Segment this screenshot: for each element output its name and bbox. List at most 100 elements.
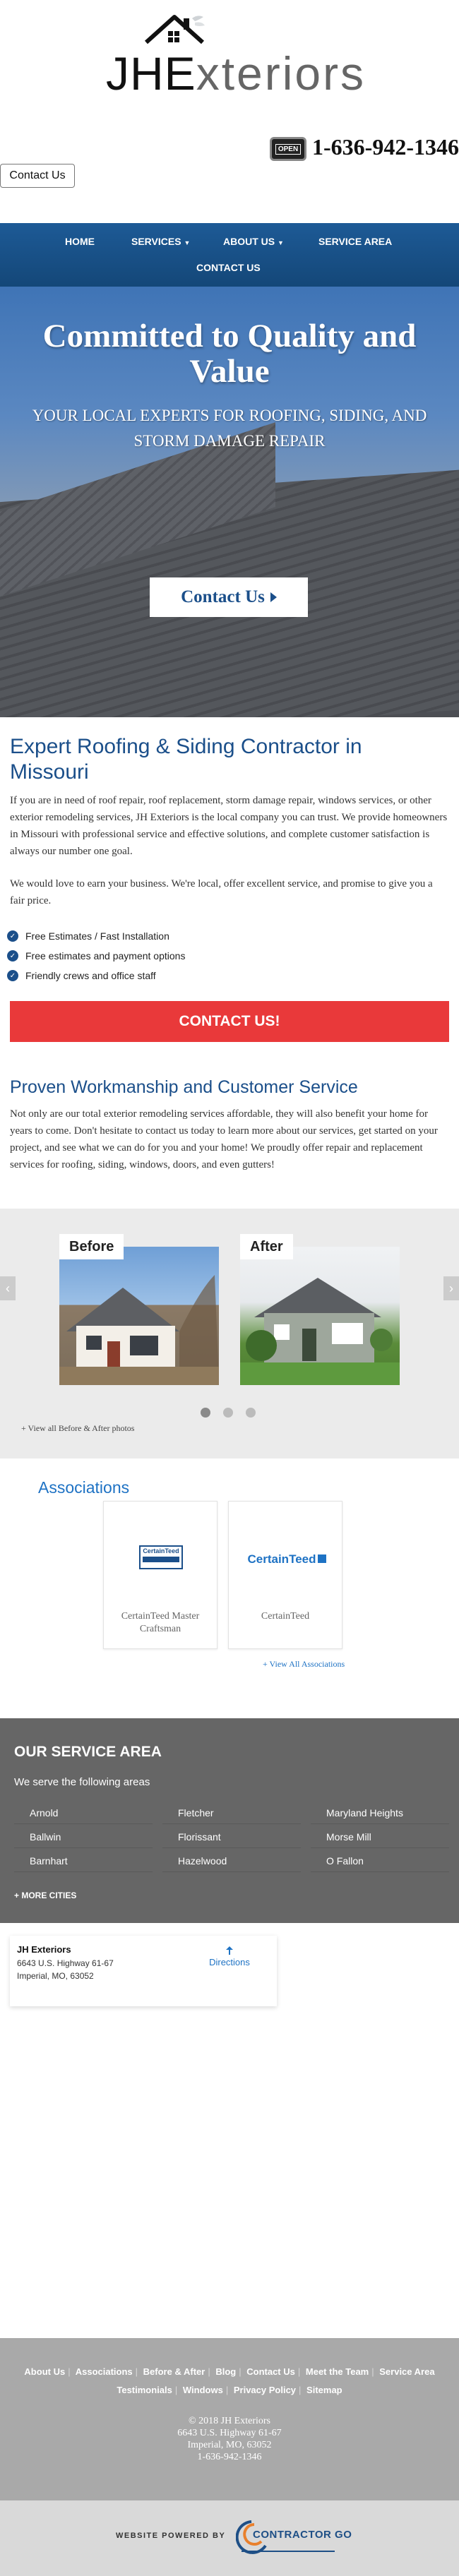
intro-heading: Expert Roofing & Siding Contractor in Mi… — [10, 735, 362, 784]
nav-item-label: SERVICE AREA — [318, 236, 393, 247]
caret-down-icon: ▼ — [184, 239, 191, 246]
intro-paragraph-2: We would love to earn your business. We'… — [10, 878, 433, 906]
footer-copyright: © 2018 JH Exteriors — [188, 2416, 270, 2426]
city-link[interactable]: Maryland Heights — [311, 1802, 449, 1824]
nav-item-label: SERVICES — [131, 236, 181, 247]
logo-text-bold: JHE — [106, 47, 196, 100]
site-footer: About Us | Associations | Before & After | … — [0, 2338, 459, 2500]
gallery-next-arrow[interactable]: › — [443, 1276, 459, 1300]
gallery-dot[interactable] — [223, 1408, 233, 1418]
location-address-line-1: 6643 U.S. Highway 61-67 — [17, 1958, 114, 1968]
checklist-item: ✓ Free estimates and payment options — [7, 949, 185, 963]
gallery-prev-arrow[interactable]: ‹ — [0, 1276, 16, 1300]
nav-item-about-us[interactable]: ABOUT US ▼ — [223, 236, 284, 247]
header-phone-link[interactable]: 1-636-942-1346 — [312, 134, 459, 160]
service-area-section: OUR SERVICE AREA We serve the following … — [0, 1718, 459, 1923]
footer-link-meet-the-team[interactable]: Meet the Team — [306, 2366, 369, 2377]
checklist-text: Free estimates and payment options — [25, 950, 186, 961]
location-address-line-2: Imperial, MO, 63052 — [17, 1971, 94, 1981]
association-name: CertainTeed Master Craftsman — [121, 1611, 200, 1634]
main-nav: HOME SERVICES ▼ ABOUT US ▼ SERVICE AREA … — [0, 223, 459, 287]
after-label: After — [240, 1234, 293, 1259]
city-link[interactable]: Arnold — [14, 1802, 153, 1824]
footer-link-privacy-policy[interactable]: Privacy Policy — [234, 2385, 296, 2395]
footer-link-sitemap[interactable]: Sitemap — [306, 2385, 342, 2395]
house-before-image — [59, 1275, 219, 1385]
before-photo-card[interactable]: Before — [59, 1234, 219, 1399]
footer-address-line-1: 6643 U.S. Highway 61-67 — [177, 2428, 282, 2438]
checklist-item: ✓ Friendly crews and office staff — [7, 969, 156, 983]
check-circle-icon: ✓ — [7, 950, 18, 961]
checklist-text: Friendly crews and office staff — [25, 970, 156, 981]
associations-heading: Associations — [38, 1478, 130, 1497]
header-contact-button[interactable]: Contact Us — [0, 164, 75, 188]
checklist-text: Free Estimates / Fast Installation — [25, 930, 169, 942]
service-area-subtitle: We serve the following areas — [14, 1776, 150, 1788]
hero-subtitle: YOUR LOCAL EXPERTS FOR ROOFING, SIDING, … — [32, 407, 427, 450]
directions-link[interactable]: Directions — [198, 1946, 261, 1967]
contractor-go-text: CONTRACTOR GO — [253, 2529, 352, 2541]
contractor-go-logo[interactable]: CONTRACTOR GO — [236, 2517, 352, 2556]
footer-link-before-after[interactable]: Before & After — [143, 2366, 205, 2377]
certainteed-master-craftsman-logo: CertainTeed — [139, 1545, 183, 1569]
proven-paragraph: Not only are our total exterior remodeli… — [10, 1108, 438, 1170]
nav-item-label: CONTACT US — [196, 262, 261, 273]
before-label: Before — [59, 1234, 124, 1259]
caret-down-icon: ▼ — [278, 239, 284, 246]
view-all-before-after-link[interactable]: + View all Before & After photos — [21, 1423, 134, 1434]
city-link[interactable]: Florissant — [162, 1826, 301, 1848]
open-sign-label: OPEN — [275, 143, 302, 155]
view-all-associations-link[interactable]: + View All Associations — [263, 1659, 345, 1670]
nav-item-services[interactable]: SERVICES ▼ — [131, 236, 190, 247]
nav-item-contact-us[interactable]: CONTACT US — [196, 262, 261, 273]
city-link[interactable]: Hazelwood — [162, 1850, 301, 1872]
proven-heading: Proven Workmanship and Customer Service — [10, 1077, 358, 1097]
contact-us-cta-button[interactable]: CONTACT US! — [10, 1001, 449, 1042]
location-name: JH Exteriors — [17, 1944, 71, 1955]
city-link[interactable]: Fletcher — [162, 1802, 301, 1824]
intro-paragraph: If you are in need of roof repair, roof … — [10, 795, 448, 857]
nav-item-label: HOME — [65, 236, 95, 247]
after-photo-card[interactable]: After — [240, 1234, 400, 1399]
footer-link-about-us[interactable]: About Us — [24, 2366, 65, 2377]
city-link[interactable]: Ballwin — [14, 1826, 153, 1848]
gallery-dot[interactable] — [246, 1408, 256, 1418]
location-card: JH Exteriors 6643 U.S. Highway 61-67 Imp… — [10, 1936, 277, 2006]
footer-link-blog[interactable]: Blog — [215, 2366, 236, 2377]
hero-banner: Committed to Quality and Value YOUR LOCA… — [0, 287, 459, 717]
footer-phone[interactable]: 1-636-942-1346 — [0, 2452, 459, 2463]
city-link[interactable]: Barnhart — [14, 1850, 153, 1872]
footer-link-associations[interactable]: Associations — [76, 2366, 133, 2377]
service-area-heading: OUR SERVICE AREA — [14, 1744, 162, 1760]
city-link[interactable]: Morse Mill — [311, 1826, 449, 1848]
association-name: CertainTeed — [261, 1611, 310, 1622]
logo-text-light: xteriors — [196, 47, 366, 100]
association-card[interactable]: CertainTeed CertainTeed — [228, 1501, 342, 1649]
nav-item-service-area[interactable]: SERVICE AREA — [318, 236, 392, 247]
city-link[interactable]: O Fallon — [311, 1850, 449, 1872]
footer-link-windows[interactable]: Windows — [183, 2385, 223, 2395]
footer-link-testimonials[interactable]: Testimonials — [117, 2385, 172, 2395]
directions-label: Directions — [209, 1957, 250, 1967]
hero-contact-button[interactable]: Contact Us — [150, 577, 308, 617]
hero-title: Committed to Quality and Value — [42, 318, 417, 390]
caret-right-icon — [270, 592, 277, 602]
nav-item-home[interactable]: HOME — [65, 236, 95, 247]
footer-address-line-2: Imperial, MO, 63052 — [187, 2440, 272, 2450]
powered-by-label: WEBSITE POWERED BY — [116, 2532, 226, 2540]
certainteed-logo: CertainTeed — [243, 1552, 330, 1568]
jh-exteriors-logo[interactable]: JHExteriors — [106, 13, 364, 100]
association-card[interactable]: CertainTeed CertainTeed Master Craftsman — [103, 1501, 217, 1649]
check-circle-icon: ✓ — [7, 930, 18, 942]
checklist-item: ✓ Free Estimates / Fast Installation — [7, 929, 169, 943]
after-house-photo — [240, 1247, 400, 1385]
gallery-dot[interactable] — [201, 1408, 210, 1418]
nav-item-label: ABOUT US — [223, 236, 275, 247]
footer-link-contact-us[interactable]: Contact Us — [246, 2366, 295, 2377]
before-house-photo — [59, 1247, 219, 1385]
house-after-image — [240, 1278, 400, 1385]
more-cities-link[interactable]: + MORE CITIES — [14, 1891, 76, 1900]
footer-link-service-area[interactable]: Service Area — [379, 2366, 434, 2377]
before-after-gallery: ‹ › Before After — [0, 1209, 459, 1458]
check-circle-icon: ✓ — [7, 970, 18, 981]
